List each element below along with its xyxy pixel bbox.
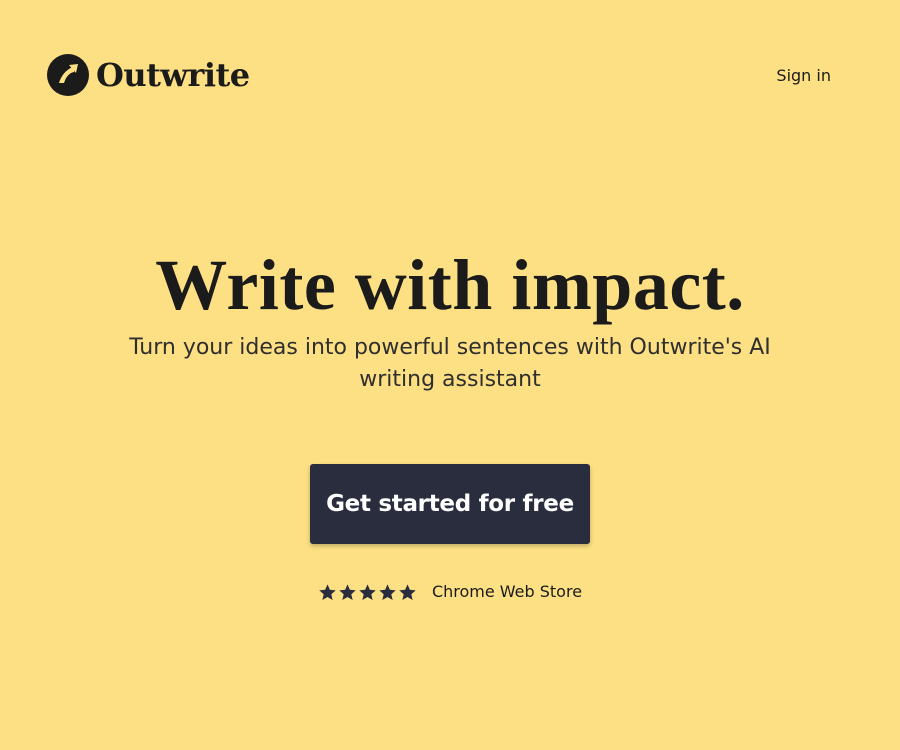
- hero-headline: Write with impact.: [155, 245, 745, 325]
- sign-in-link[interactable]: Sign in: [776, 66, 831, 85]
- brand-name: Outwrite: [96, 56, 250, 94]
- store-rating: Chrome Web Store: [0, 578, 900, 606]
- rating-source-label: Chrome Web Store: [431, 582, 583, 601]
- star-icon: [319, 583, 336, 600]
- outwrite-logo-icon: [47, 54, 89, 96]
- get-started-button[interactable]: Get started for free: [310, 464, 590, 544]
- brand-logo[interactable]: Outwrite: [47, 54, 250, 96]
- star-icon: [379, 583, 396, 600]
- star-icon: [339, 583, 356, 600]
- hero-section: Write with impact. Turn your ideas into …: [0, 240, 900, 396]
- star-icon: [359, 583, 376, 600]
- star-icon: [399, 583, 416, 600]
- site-header: Outwrite Sign in: [0, 0, 900, 150]
- rating-stars: [318, 583, 418, 602]
- hero-subline: Turn your ideas into powerful sentences …: [129, 335, 771, 392]
